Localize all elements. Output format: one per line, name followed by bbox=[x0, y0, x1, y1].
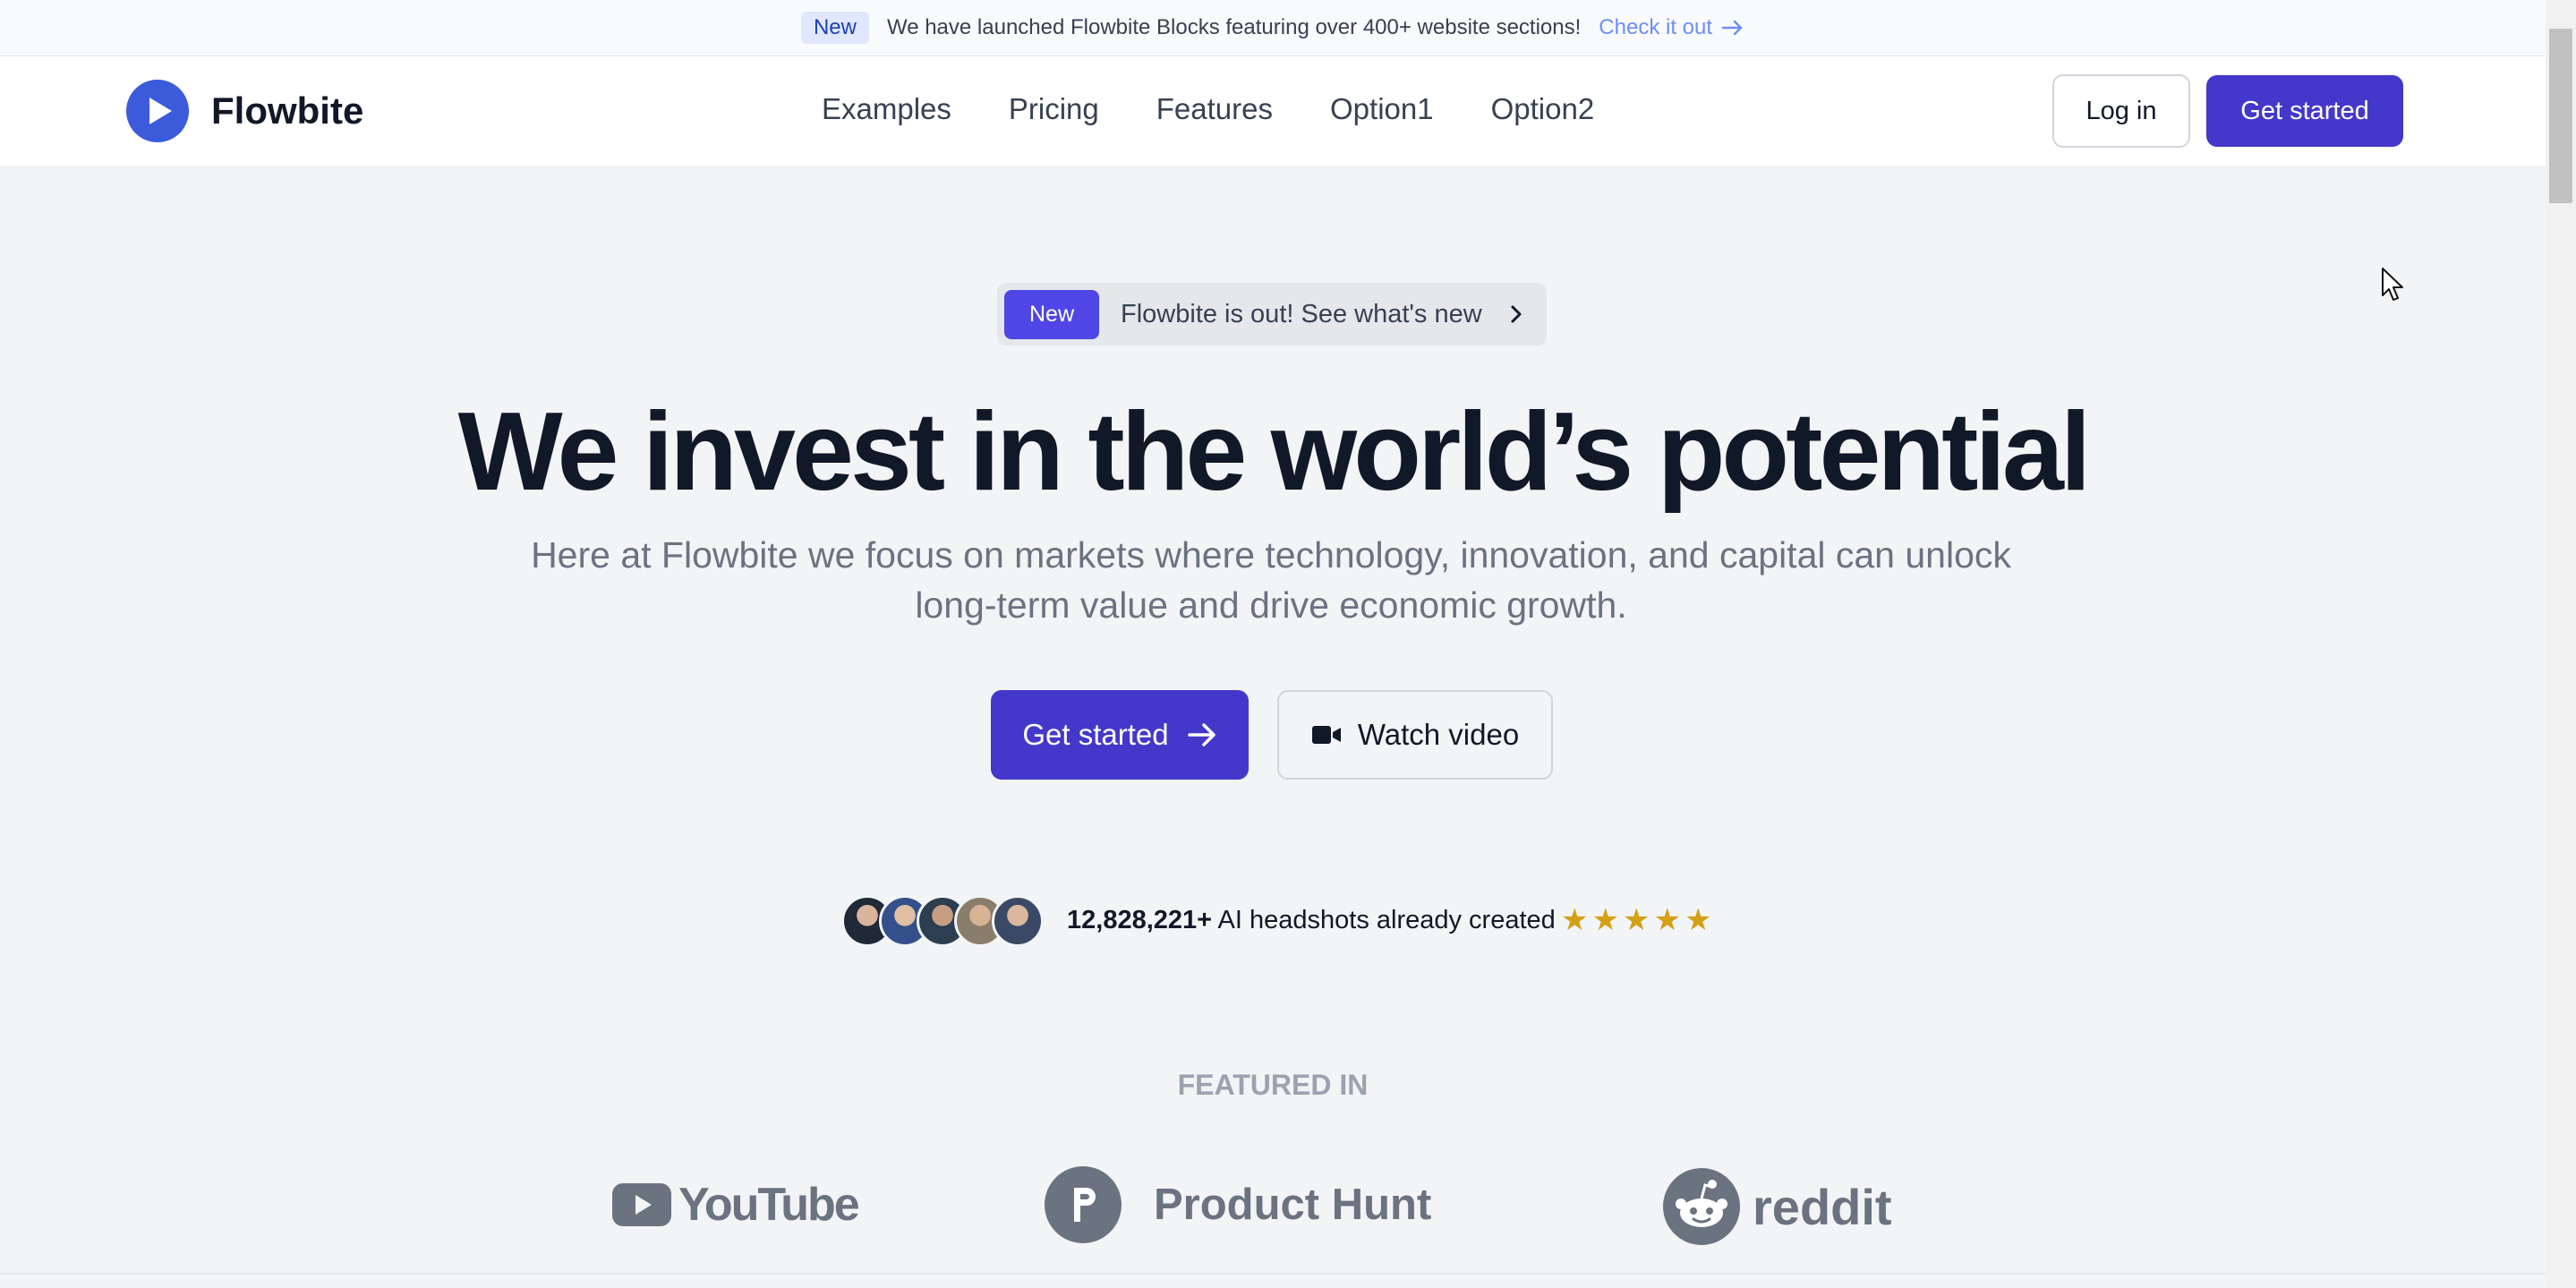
flowbite-logo-icon bbox=[126, 80, 189, 142]
video-camera-icon bbox=[1311, 726, 1341, 744]
headshots-label: AI headshots already created bbox=[1212, 906, 1556, 934]
product-hunt-logo[interactable]: Product Hunt bbox=[1045, 1166, 1431, 1243]
chevron-right-icon bbox=[1511, 305, 1522, 323]
menu-item-pricing[interactable]: Pricing bbox=[1009, 92, 1099, 126]
product-hunt-icon bbox=[1045, 1166, 1122, 1243]
hero-get-started-button[interactable]: Get started bbox=[991, 690, 1249, 780]
youtube-icon bbox=[612, 1183, 671, 1226]
rating-stars: ★ ★ ★ ★ ★ bbox=[1561, 902, 1711, 938]
announcement-new-badge: New bbox=[800, 12, 869, 44]
menu-item-examples[interactable]: Examples bbox=[822, 92, 951, 126]
brand-name: Flowbite bbox=[211, 90, 364, 132]
hero-get-started-label: Get started bbox=[1022, 718, 1169, 751]
reddit-icon bbox=[1663, 1168, 1740, 1245]
mouse-cursor-icon bbox=[2382, 268, 2403, 301]
nav-get-started-button[interactable]: Get started bbox=[2206, 75, 2403, 147]
pill-new-badge: New bbox=[1004, 289, 1100, 339]
watch-video-label: Watch video bbox=[1357, 718, 1520, 751]
product-hunt-wordmark: Product Hunt bbox=[1154, 1181, 1432, 1229]
announcement-link-label: Check it out bbox=[1599, 15, 1713, 39]
login-button[interactable]: Log in bbox=[2052, 74, 2190, 148]
star-icon: ★ bbox=[1561, 903, 1589, 937]
watch-video-button[interactable]: Watch video bbox=[1277, 690, 1553, 780]
youtube-logo[interactable]: YouTube bbox=[612, 1178, 860, 1232]
avatar bbox=[992, 895, 1044, 947]
section-divider bbox=[0, 1273, 2546, 1275]
vertical-scrollbar[interactable] bbox=[2546, 0, 2576, 1288]
main-menu: Examples Pricing Features Option1 Option… bbox=[822, 92, 1594, 126]
star-icon: ★ bbox=[1684, 903, 1712, 937]
page: New We have launched Flowbite Blocks fea… bbox=[0, 0, 2546, 1288]
top-navbar: Flowbite Examples Pricing Features Optio… bbox=[0, 56, 2546, 167]
reddit-wordmark: reddit bbox=[1753, 1178, 1892, 1235]
arrow-right-icon bbox=[1187, 723, 1215, 746]
hero-headline: We invest in the world’s potential bbox=[457, 390, 2092, 514]
star-icon: ★ bbox=[1622, 903, 1651, 937]
menu-item-features[interactable]: Features bbox=[1156, 92, 1273, 126]
whats-new-pill[interactable]: New Flowbite is out! See what's new bbox=[997, 283, 1547, 345]
headshots-count: 12,828,221+ bbox=[1067, 906, 1213, 934]
hero-subheadline: Here at Flowbite we focus on markets whe… bbox=[531, 534, 2011, 626]
menu-item-option1[interactable]: Option1 bbox=[1330, 92, 1434, 126]
announcement-bar: New We have launched Flowbite Blocks fea… bbox=[0, 0, 2546, 56]
announcement-message: We have launched Flowbite Blocks featuri… bbox=[886, 15, 1582, 39]
star-icon: ★ bbox=[1653, 903, 1681, 937]
scrollbar-thumb[interactable] bbox=[2549, 29, 2572, 203]
avatar-stack bbox=[841, 895, 1044, 947]
menu-item-option2[interactable]: Option2 bbox=[1491, 92, 1595, 126]
arrow-right-icon bbox=[1721, 20, 1743, 36]
headshots-count-text: 12,828,221+ AI headshots already created bbox=[1067, 906, 1556, 935]
announcement-link[interactable]: Check it out bbox=[1599, 15, 1744, 40]
star-icon: ★ bbox=[1591, 903, 1619, 937]
reddit-logo[interactable]: reddit bbox=[1663, 1168, 1892, 1245]
pill-text: Flowbite is out! See what's new bbox=[1121, 299, 1482, 328]
brand-logo[interactable]: Flowbite bbox=[125, 79, 363, 143]
featured-in-heading: FEATURED IN bbox=[1177, 1069, 1369, 1101]
youtube-wordmark: YouTube bbox=[678, 1179, 860, 1231]
